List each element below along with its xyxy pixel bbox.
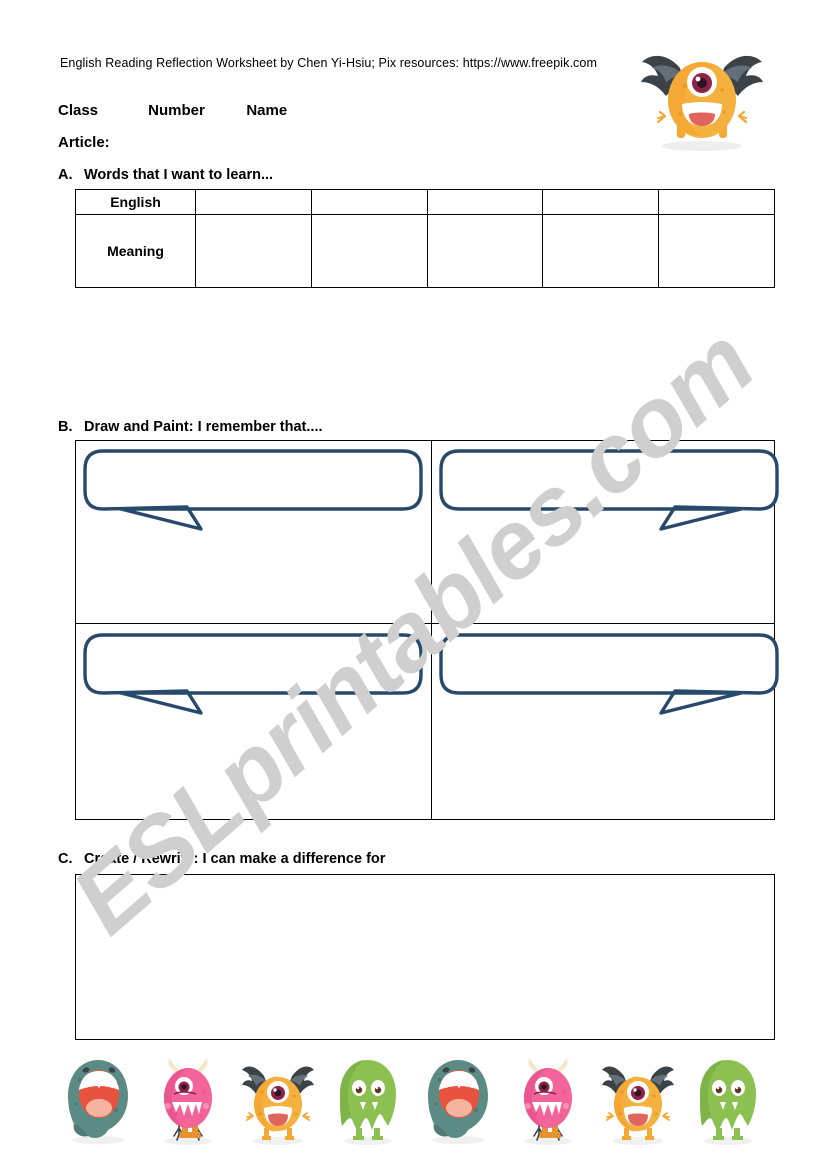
draw-panel-4[interactable]	[432, 625, 786, 807]
section-c-heading: C. Create / Rewrite: I can make a differe…	[58, 851, 385, 867]
english-cell-1[interactable]	[195, 189, 312, 215]
table-row: Meaning	[75, 214, 775, 288]
teal-shouting-monster-icon	[68, 1060, 128, 1144]
grid-horizontal-divider	[76, 623, 774, 625]
draw-and-paint-grid	[75, 440, 779, 820]
meaning-cell-1[interactable]	[195, 214, 312, 288]
vocabulary-table: English Meaning	[75, 189, 775, 288]
row-label-meaning: Meaning	[75, 214, 196, 288]
teal-shouting-monster-icon	[428, 1060, 488, 1144]
meaning-cell-3[interactable]	[426, 214, 544, 288]
draw-panel-3[interactable]	[76, 625, 430, 807]
english-cell-4[interactable]	[542, 189, 660, 215]
number-label: Number	[148, 102, 205, 119]
table-row: English	[75, 189, 775, 215]
article-label: Article:	[58, 134, 110, 151]
orange-winged-cyclops-monster-icon	[641, 55, 763, 151]
english-cell-5[interactable]	[658, 189, 775, 215]
section-b-title: Draw and Paint: I remember that....	[84, 419, 323, 435]
pink-horned-monster-icon	[524, 1058, 572, 1145]
class-label: Class	[58, 102, 99, 119]
credit-line: English Reading Reflection Worksheet by …	[60, 56, 597, 70]
english-cell-3[interactable]	[426, 189, 544, 215]
section-b-heading: B. Draw and Paint: I remember that....	[58, 419, 323, 435]
worksheet-page: ESLprintables.com English Reading Reflec…	[0, 0, 826, 1169]
section-b-letter: B.	[58, 419, 73, 435]
row-label-english: English	[75, 189, 196, 215]
meaning-cell-4[interactable]	[542, 214, 660, 288]
draw-panel-2[interactable]	[432, 441, 786, 623]
section-a-title: Words that I want to learn...	[84, 167, 274, 183]
monster-decoration-strip	[60, 1046, 766, 1146]
name-label: Name	[246, 102, 288, 119]
student-info-row: Class Number Name	[58, 102, 287, 119]
section-a-heading: A. Words that I want to learn...	[58, 167, 273, 183]
section-c-letter: C.	[58, 851, 73, 867]
section-a-letter: A.	[58, 167, 73, 183]
meaning-cell-5[interactable]	[658, 214, 775, 288]
draw-panel-1[interactable]	[76, 441, 430, 623]
meaning-cell-2[interactable]	[310, 214, 428, 288]
speech-bubble-tail-right-icon	[83, 633, 423, 715]
speech-bubble-tail-left-icon	[439, 449, 779, 531]
english-cell-2[interactable]	[310, 189, 428, 215]
speech-bubble-tail-left-icon	[439, 633, 779, 715]
orange-winged-monster-icon	[602, 1066, 674, 1145]
speech-bubble-tail-right-icon	[83, 449, 423, 531]
green-furry-monster-icon	[340, 1060, 396, 1145]
orange-winged-monster-icon	[242, 1066, 314, 1145]
pink-horned-monster-icon	[164, 1058, 212, 1145]
section-c-title: Create / Rewrite: I can make a differenc…	[84, 851, 386, 867]
green-furry-monster-icon	[700, 1060, 756, 1145]
create-rewrite-answer-box[interactable]	[75, 874, 775, 1040]
